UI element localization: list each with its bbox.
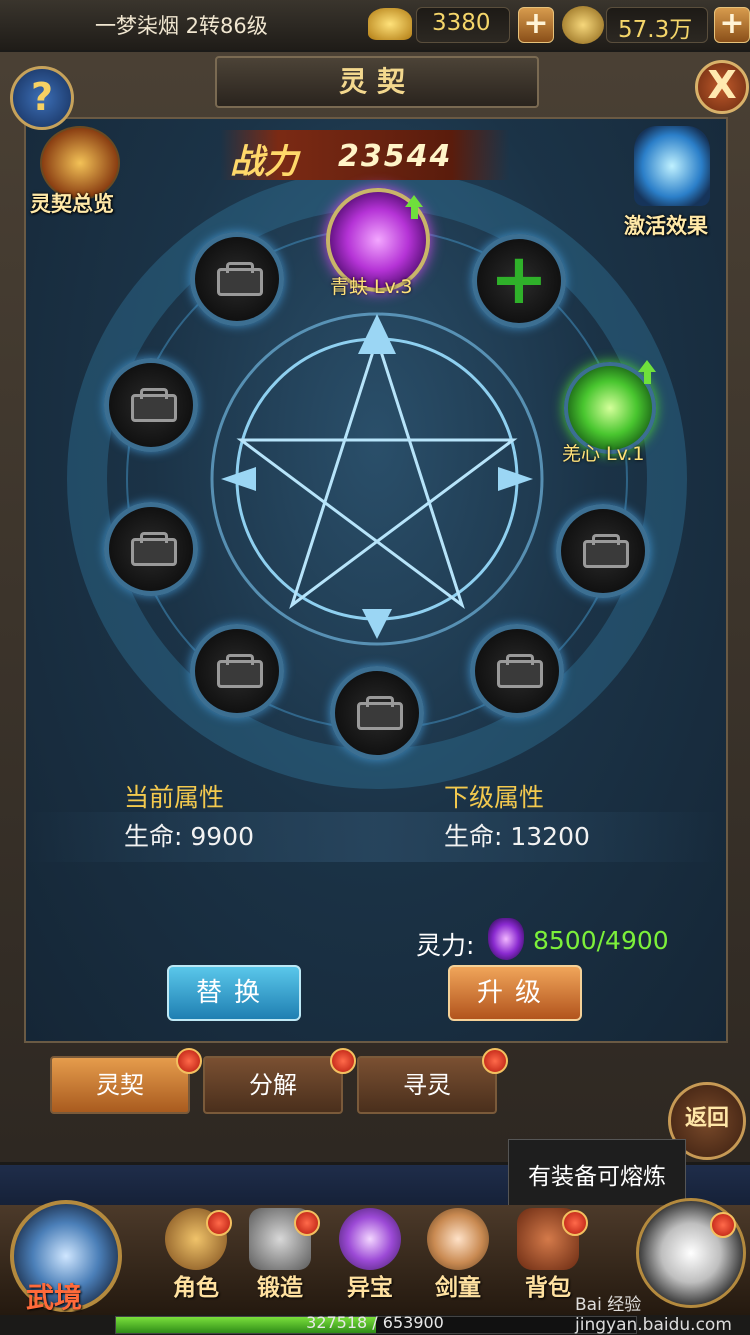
upgrade-button[interactable]: 升级 (448, 965, 582, 1021)
notification-dot (482, 1048, 508, 1074)
tab-spirit-contract[interactable]: 灵契 (50, 1056, 190, 1114)
upgrade-arrow-stem (411, 207, 418, 219)
notification-dot (294, 1210, 320, 1236)
lock-icon (131, 532, 177, 566)
upgrade-arrow-stem (644, 372, 651, 384)
smelt-tooltip: 有装备可熔炼 (508, 1139, 686, 1215)
player-info: 一梦柒烟 2转86级 (95, 14, 268, 38)
plus-icon: + (489, 238, 549, 320)
gold-ingot-icon (368, 8, 412, 40)
spirit-power-value: 8500/4900 (533, 926, 669, 955)
spirit-name-qingfu: 青蚨 Lv.3 (330, 276, 413, 298)
spirit-name-qiangxin: 羌心 Lv.1 (562, 443, 645, 465)
add-spirit-slot[interactable]: + (472, 234, 566, 328)
lock-icon (497, 654, 543, 688)
locked-slot[interactable] (104, 358, 198, 452)
spirit-crystal-icon (488, 918, 524, 960)
tab-decompose[interactable]: 分解 (203, 1056, 343, 1114)
gold-amount: 3380 (432, 10, 491, 36)
activate-effect-shortcut[interactable]: 激活效果 (620, 126, 724, 238)
upgrade-arrow-icon (405, 195, 423, 207)
overview-shortcut[interactable]: 灵契总览 (28, 126, 132, 226)
nav-sword-child-label: 剑童 (435, 1275, 481, 1301)
activate-effect-label: 激活效果 (624, 214, 708, 238)
combat-power-value: 23544 (338, 139, 453, 174)
crystal-altar-icon (634, 126, 710, 206)
experience-text: 327518 / 653900 (306, 1313, 444, 1332)
locked-slot[interactable] (470, 624, 564, 718)
notification-dot (206, 1210, 232, 1236)
upgrade-arrow-icon (638, 360, 656, 372)
locked-slot[interactable] (330, 666, 424, 760)
overview-label: 灵契总览 (30, 192, 114, 216)
add-coins-button[interactable]: + (714, 7, 750, 43)
next-hp-value: 生命: 13200 (444, 822, 590, 851)
home-label: 武境 (26, 1281, 83, 1314)
close-button[interactable]: X (695, 60, 749, 114)
tab-seek-spirit[interactable]: 寻灵 (357, 1056, 497, 1114)
add-gold-button[interactable]: + (518, 7, 554, 43)
notification-dot (710, 1212, 736, 1238)
title-bar: 灵契 (215, 56, 539, 108)
current-stats-heading: 当前属性 (124, 783, 225, 812)
sword-child-icon (427, 1208, 489, 1270)
lock-icon (583, 534, 629, 568)
notification-dot (176, 1048, 202, 1074)
notification-dot (562, 1210, 588, 1236)
orb-treasure-icon (339, 1208, 401, 1270)
lock-icon (217, 262, 263, 296)
replace-button[interactable]: 替换 (167, 965, 301, 1021)
nav-treasure[interactable]: 异宝 (326, 1208, 414, 1301)
coins-amount: 57.3万 (618, 17, 693, 43)
locked-slot[interactable] (190, 232, 284, 326)
nav-treasure-label: 异宝 (347, 1275, 393, 1301)
nav-home-wujing[interactable]: 武境 (4, 1196, 122, 1316)
current-hp-value: 生命: 9900 (124, 822, 254, 851)
watermark: Bai 经验 jingyan.baidu.com (575, 1295, 732, 1335)
nav-sword-child[interactable]: 剑童 (414, 1208, 502, 1301)
locked-slot[interactable] (104, 502, 198, 596)
lock-icon (217, 654, 263, 688)
lock-icon (357, 696, 403, 730)
nav-forge-label: 锻造 (257, 1275, 303, 1301)
spirit-power-label: 灵力: (416, 931, 475, 960)
combat-power-label: 战力 (230, 142, 298, 182)
locked-slot[interactable] (556, 504, 650, 598)
help-button[interactable]: ? (10, 66, 74, 130)
notification-dot (330, 1048, 356, 1074)
lock-icon (131, 388, 177, 422)
coins-icon (562, 6, 604, 44)
locked-slot[interactable] (190, 624, 284, 718)
nav-character-label: 角色 (173, 1275, 219, 1301)
page-title: 灵契 (338, 65, 415, 98)
next-stats-heading: 下级属性 (444, 783, 545, 812)
